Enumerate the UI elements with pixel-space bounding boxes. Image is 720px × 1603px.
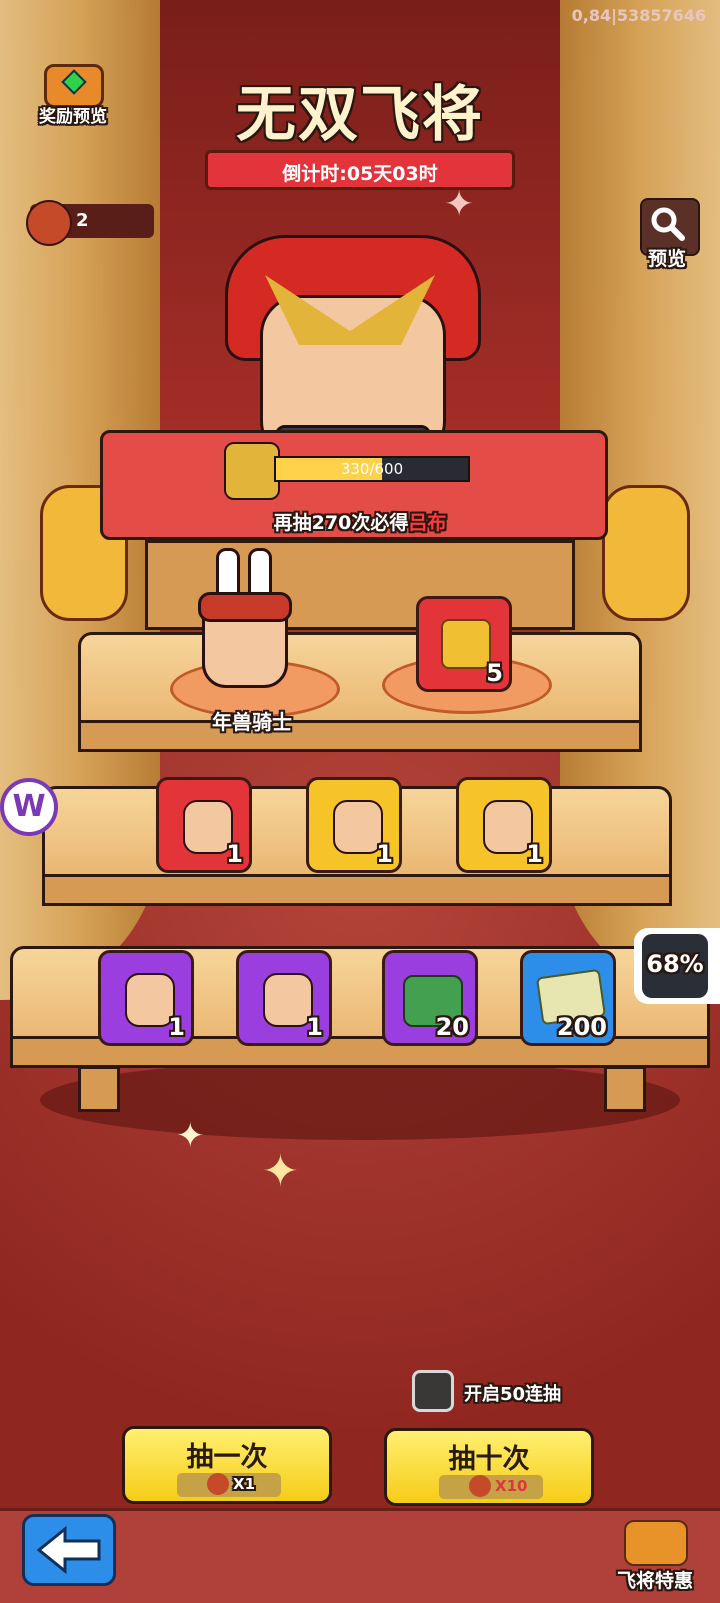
draw-one-button[interactable]: 抽一次 X1	[122, 1426, 332, 1504]
status-overlay-text: 0,84|53857646	[571, 6, 706, 25]
magnifier-icon	[651, 207, 685, 241]
draw-ten-button[interactable]: 抽十次 X10	[384, 1428, 594, 1506]
progress-text: 330/600	[340, 460, 404, 478]
rewards-preview-button[interactable]: 奖励预览	[28, 62, 118, 127]
reward-item-hero-shard-red[interactable]: 1	[156, 777, 252, 873]
guarantee-prefix: 再抽270次必得	[273, 512, 409, 534]
draw-one-cost-text: X1	[233, 1475, 256, 1493]
item-count: 5	[486, 659, 503, 687]
item-count: 1	[376, 840, 393, 868]
item-count: 1	[306, 1013, 323, 1041]
hero-nian-knight[interactable]	[188, 548, 298, 698]
reward-item-hero-shard-purple-1[interactable]: 1	[98, 950, 194, 1046]
side-badge-percent: 68%	[646, 950, 704, 978]
draw-token-icon	[469, 1475, 491, 1497]
reward-item-hero-shard-gold-2[interactable]: 1	[456, 777, 552, 873]
guarantee-text: 再抽270次必得吕布	[160, 508, 560, 535]
shelf-1	[78, 632, 642, 732]
preview-button[interactable]: 预览	[632, 198, 702, 274]
token-counter: 2	[26, 200, 154, 246]
token-count: 2	[76, 210, 89, 231]
sparkle-icon: ✦	[176, 1116, 205, 1156]
reward-item-hero-shard-purple-2[interactable]: 1	[236, 950, 332, 1046]
sparkle-icon: ✦	[262, 1146, 299, 1197]
draw-ten-label: 抽十次	[448, 1444, 530, 1475]
reward-item-golden-dragon[interactable]: 5	[416, 596, 512, 692]
side-progress-badge[interactable]: 68%	[634, 928, 720, 1004]
item-count: 1	[168, 1013, 185, 1041]
draw-token-icon	[207, 1473, 229, 1495]
hero-name: 年兽骑士	[212, 710, 292, 734]
back-button[interactable]	[22, 1514, 116, 1586]
draw-token-icon	[26, 200, 72, 246]
draw-ten-cost-text: X10	[495, 1477, 528, 1495]
event-title: 无双飞将	[236, 80, 484, 150]
item-count: 1	[226, 840, 243, 868]
toggle-checkbox[interactable]	[412, 1370, 454, 1412]
draw-one-label: 抽一次	[186, 1442, 268, 1473]
reward-item-hero-shard-gold-1[interactable]: 1	[306, 777, 402, 873]
back-arrow-icon	[36, 1525, 101, 1575]
fifty-draw-toggle[interactable]: 开启50连抽	[412, 1370, 582, 1418]
draw-ten-cost: X10	[439, 1475, 543, 1499]
preview-label: 预览	[647, 248, 686, 270]
reward-item-scroll[interactable]: 200	[520, 950, 616, 1046]
rewards-preview-label: 奖励预览	[39, 107, 107, 127]
draw-one-cost: X1	[177, 1473, 281, 1497]
item-count: 200	[556, 1013, 607, 1041]
item-count: 1	[526, 840, 543, 868]
floating-w-icon[interactable]: W	[0, 778, 58, 836]
right-lantern	[602, 485, 690, 621]
guarantee-progress: 330/600	[224, 442, 474, 500]
guarantee-hero: 吕布	[408, 512, 447, 534]
special-offer-button[interactable]: 飞将特惠	[600, 1516, 710, 1598]
golden-dragon-icon	[441, 619, 491, 669]
toggle-label: 开启50连抽	[464, 1384, 562, 1405]
countdown-text: 倒计时:05天03时	[282, 163, 438, 185]
sparkle-icon: ✦	[444, 184, 475, 225]
gift-pile-icon	[624, 1520, 688, 1566]
special-offer-label: 飞将特惠	[616, 1570, 693, 1592]
mini-hero-icon	[224, 442, 280, 500]
item-count: 20	[435, 1013, 469, 1041]
reward-item-jade-seal[interactable]: 20	[382, 950, 478, 1046]
